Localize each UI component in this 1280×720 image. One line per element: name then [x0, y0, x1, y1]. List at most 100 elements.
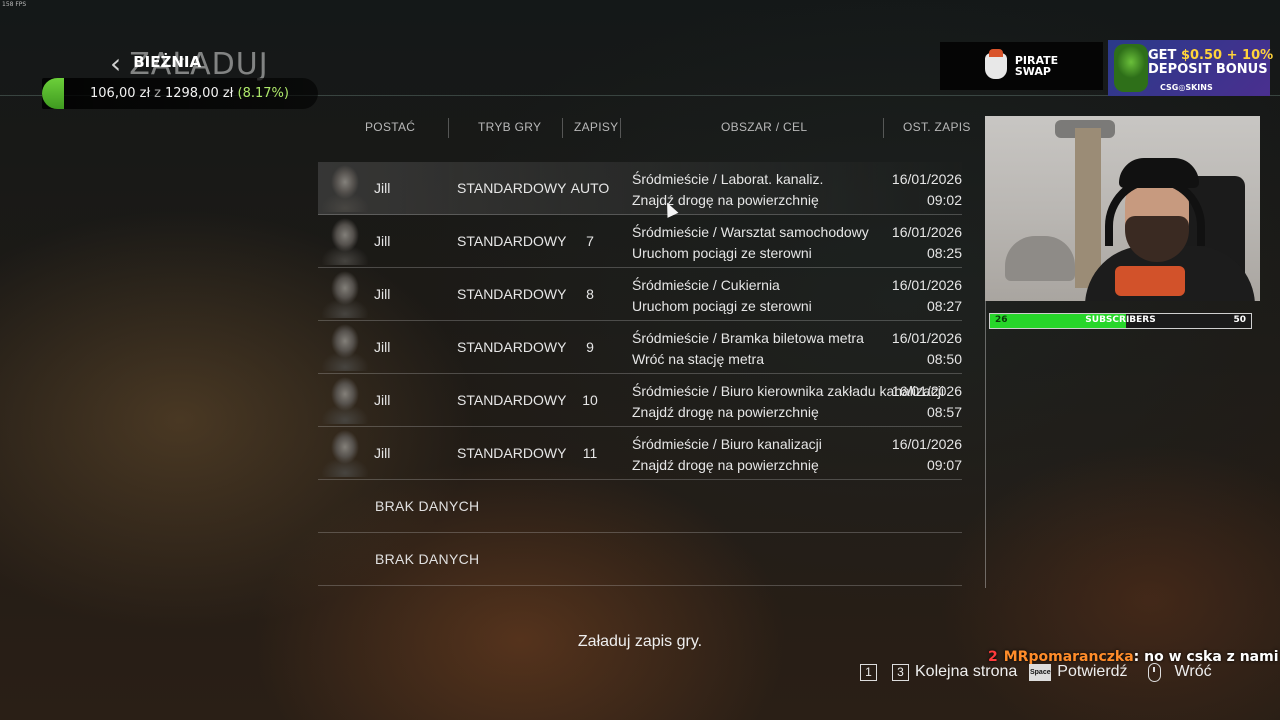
pet-bed: [1005, 236, 1075, 281]
back-button[interactable]: Wróć: [1175, 663, 1212, 681]
col-separator: [448, 118, 449, 138]
col-header-mode: TRYB GRY: [478, 120, 542, 134]
empty-slot-label: BRAK DANYCH: [375, 498, 480, 514]
row-saves: 9: [586, 339, 594, 355]
col-separator: [883, 118, 884, 138]
row-timestamp: 16/01/2026 08:57: [892, 381, 962, 423]
row-saves: 11: [582, 445, 598, 461]
save-row-selected[interactable]: Jill STANDARDOWY AUTO Śródmieście / Labo…: [318, 162, 962, 215]
balance-text: 106,00 zł z 1298,00 zł (8.17%): [90, 86, 289, 101]
row-time: 08:50: [926, 351, 962, 367]
row-date: 16/01/2026: [891, 436, 962, 452]
row-character: Jill: [374, 233, 391, 249]
character-portrait: [322, 270, 368, 318]
subscriber-goal: 50: [1233, 315, 1246, 325]
pirate-line2: SWAP: [1014, 65, 1051, 78]
row-mode: STANDARDOWY: [457, 286, 567, 302]
empty-save-slot[interactable]: BRAK DANYCH: [318, 480, 962, 533]
page-subtitle: BIEŻNIA: [133, 52, 202, 71]
row-character: Jill: [374, 392, 391, 408]
row-location: Śródmieście / Cukiernia: [632, 277, 780, 293]
row-timestamp: 16/01/2026 09:07: [892, 434, 962, 476]
character-portrait: [322, 164, 368, 212]
balance-separator: z: [154, 86, 161, 101]
cap: [1119, 158, 1199, 188]
row-date: 16/01/2026: [891, 330, 962, 346]
balance-overlay: 106,00 zł z 1298,00 zł (8.17%): [42, 78, 318, 109]
csgo-bonus: DEPOSIT BONUS: [1148, 62, 1268, 77]
row-area: Śródmieście / Cukiernia Uruchom pociągi …: [632, 275, 812, 317]
row-location: Śródmieście / Bramka biletowa metra: [632, 330, 864, 346]
row-date: 16/01/2026: [891, 383, 962, 399]
character-portrait: [322, 323, 368, 371]
subscriber-label: SUBSCRIBERS: [1085, 315, 1156, 325]
key-3-button[interactable]: 3: [892, 663, 909, 681]
csgo-offer: GET $0.50 + 10%: [1148, 48, 1273, 63]
row-character: Jill: [374, 180, 391, 196]
csgo-get: GET: [1148, 48, 1177, 63]
confirm-button[interactable]: Potwierdź: [1057, 663, 1127, 681]
row-objective: Znajdź drogę na powierzchnię: [632, 192, 819, 208]
row-timestamp: 16/01/2026 09:02: [892, 169, 962, 211]
csgo-mascot-icon: [1114, 44, 1148, 92]
row-saves: 7: [586, 233, 594, 249]
fps-counter: 158 FPS: [2, 1, 27, 8]
row-character: Jill: [374, 445, 391, 461]
col-separator: [562, 118, 563, 138]
col-header-last-save: OST. ZAPIS: [903, 120, 971, 134]
character-portrait: [322, 429, 368, 477]
key-1-button[interactable]: 1: [860, 663, 877, 681]
subscriber-current: 26: [995, 315, 1008, 325]
row-saves: 8: [586, 286, 594, 302]
webcam-feed: [985, 116, 1260, 301]
col-separator: [620, 118, 621, 138]
row-objective: Wróć na stację metra: [632, 351, 765, 367]
next-page-button[interactable]: Kolejna strona: [915, 663, 1017, 681]
balance-current: 106,00 zł: [90, 86, 151, 101]
row-area: Śródmieście / Biuro kanalizacji Znajdź d…: [632, 434, 822, 476]
row-saves: 10: [582, 392, 598, 408]
save-table: POSTAĆ TRYB GRY ZAPISY OBSZAR / CEL OST.…: [318, 108, 982, 588]
empty-save-slot[interactable]: BRAK DANYCH: [318, 533, 962, 586]
control-hints: 1 3 Kolejna strona Space Potwierdź Wróć: [860, 661, 1224, 683]
balance-indicator: [42, 78, 64, 109]
row-location: Śródmieście / Laborat. kanaliz.: [632, 171, 824, 187]
csgo-skins-ad[interactable]: GET $0.50 + 10% DEPOSIT BONUS CSG◎SKINS: [1108, 40, 1273, 96]
panel-divider: [985, 290, 986, 588]
row-area: Śródmieście / Bramka biletowa metra Wróć…: [632, 328, 864, 370]
shirt-print: [1115, 266, 1185, 296]
row-character: Jill: [374, 286, 391, 302]
row-location: Śródmieście / Biuro kanalizacji: [632, 436, 822, 452]
row-time: 08:25: [926, 245, 962, 261]
save-row[interactable]: Jill STANDARDOWY 7 Śródmieście / Warszta…: [318, 215, 962, 268]
col-header-saves: ZAPISY: [574, 120, 619, 134]
row-mode: STANDARDOWY: [457, 180, 567, 196]
pirate-swap-ad[interactable]: PIRATE SWAP: [940, 42, 1103, 90]
cat-tree: [1075, 128, 1101, 288]
row-time: 09:02: [926, 192, 962, 208]
save-row[interactable]: Jill STANDARDOWY 10 Śródmieście / Biuro …: [318, 374, 962, 427]
character-portrait: [322, 376, 368, 424]
balance-percent: (8.17%): [237, 86, 289, 101]
row-date: 16/01/2026: [891, 277, 962, 293]
row-objective: Znajdź drogę na powierzchnię: [632, 457, 819, 473]
row-timestamp: 16/01/2026 08:27: [892, 275, 962, 317]
row-date: 16/01/2026: [891, 171, 962, 187]
row-mode: STANDARDOWY: [457, 233, 567, 249]
csgo-brand: CSG◎SKINS: [1160, 83, 1213, 92]
save-row[interactable]: Jill STANDARDOWY 9 Śródmieście / Bramka …: [318, 321, 962, 374]
space-key-icon: Space: [1029, 663, 1052, 681]
row-objective: Uruchom pociągi ze sterowni: [632, 245, 812, 261]
row-area: Śródmieście / Warsztat samochodowy Uruch…: [632, 222, 869, 264]
row-timestamp: 16/01/2026 08:50: [892, 328, 962, 370]
empty-slot-label: BRAK DANYCH: [375, 551, 480, 567]
save-row[interactable]: Jill STANDARDOWY 11 Śródmieście / Biuro …: [318, 427, 962, 480]
row-objective: Uruchom pociągi ze sterowni: [632, 298, 812, 314]
character-portrait: [322, 217, 368, 265]
col-header-area: OBSZAR / CEL: [721, 120, 808, 134]
back-chevron-icon[interactable]: ‹: [110, 50, 121, 78]
col-header-character: POSTAĆ: [365, 120, 416, 134]
row-timestamp: 16/01/2026 08:25: [892, 222, 962, 264]
save-row[interactable]: Jill STANDARDOWY 8 Śródmieście / Cukiern…: [318, 268, 962, 321]
row-time: 08:27: [926, 298, 962, 314]
